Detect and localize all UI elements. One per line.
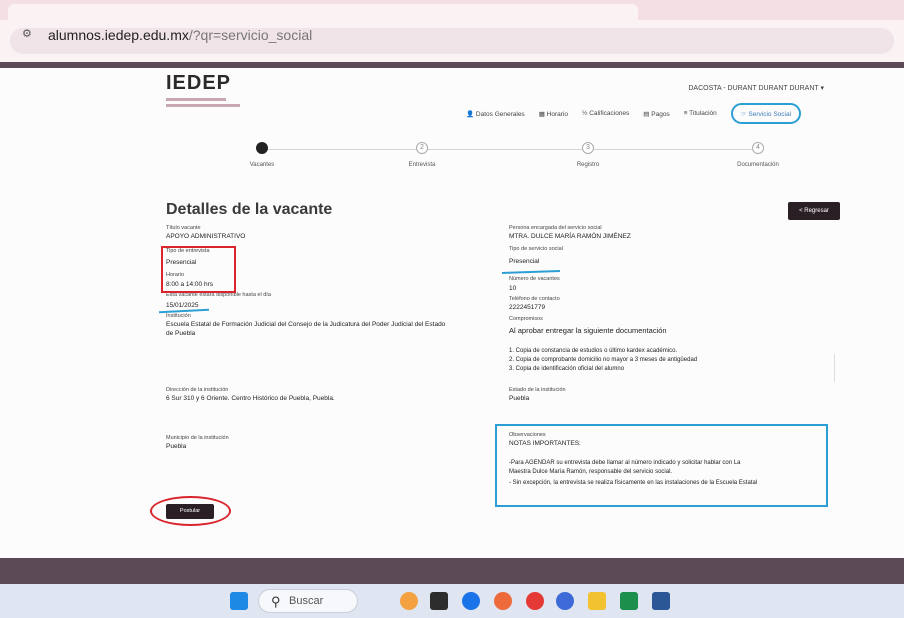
field-label: Compromisos [509, 316, 543, 322]
app-icon[interactable] [556, 592, 574, 610]
field-label: Dirección de la institución [166, 387, 229, 393]
step-entrevista[interactable]: 2 Entrevista [372, 142, 472, 168]
step-label: Documentación [737, 162, 779, 168]
field-value: Puebla [509, 395, 530, 402]
url-text[interactable]: alumnos.iedep.edu.mx/?qr=servicio_social [48, 27, 312, 43]
search-placeholder: Buscar [289, 595, 324, 607]
textarea-scrollbar[interactable] [834, 354, 840, 382]
field-label: Teléfono de contacto [509, 296, 560, 302]
field-value: Puebla [166, 443, 187, 450]
requirement-item: 2. Copia de comprobante domicilio no may… [509, 357, 698, 363]
taskbar [0, 584, 904, 618]
url-path: /?qr=servicio_social [188, 27, 313, 43]
step-dot: 3 [582, 142, 594, 154]
field-label: Título vacante [166, 225, 201, 231]
observations-text: NOTAS IMPORTANTES: [509, 440, 581, 447]
nav-titulacion[interactable]: ≡ Titulación [684, 110, 717, 124]
field-value: de Puebla [166, 330, 196, 337]
step-label: Entrevista [408, 162, 436, 168]
nav-label: Servicio Social [748, 111, 792, 118]
excel-icon[interactable] [620, 592, 638, 610]
windows-start-icon[interactable] [230, 592, 248, 610]
step-dot: 2 [416, 142, 428, 154]
field-label: Número de vacantes [509, 276, 560, 282]
nav-label: Calificaciones [589, 110, 630, 117]
taskbar-search[interactable]: ⚲ Buscar [258, 589, 358, 613]
browser-tab-strip [0, 0, 904, 20]
step-label: Vacantes [249, 162, 275, 168]
app-icon[interactable] [494, 592, 512, 610]
folder-icon[interactable] [588, 592, 606, 610]
logo-subline [166, 98, 226, 101]
observations-text: - Sin excepción, la entrevista se realiz… [509, 480, 758, 486]
page-content: IEDEP DACOSTA - DURANT DURANT DURANT ▾ 👤… [0, 68, 904, 558]
field-label: Persona encargada del servicio social [509, 225, 602, 231]
nav-label: Horario [546, 111, 568, 118]
edge-icon[interactable] [462, 592, 480, 610]
step-registro[interactable]: 3 Registro [538, 142, 638, 168]
nav-datos-generales[interactable]: 👤 Datos Generales [466, 110, 525, 124]
stepper: Vacantes 2 Entrevista 3 Registro 4 Document… [200, 142, 820, 182]
field-value: 6 Sur 310 y 6 Oriente. Centro Histórico … [166, 395, 335, 402]
field-value: 2222451779 [509, 304, 546, 311]
observations-text: -Para AGENDAR su entrevista debe llamar … [509, 460, 741, 466]
browser-tab[interactable] [8, 4, 638, 20]
nav-servicio-social[interactable]: ☞ Servicio Social [730, 103, 802, 124]
user-menu[interactable]: DACOSTA - DURANT DURANT DURANT ▾ [688, 84, 824, 92]
requirement-item: 1. Copia de constancia de estudios o últ… [509, 348, 678, 354]
main-nav: 👤 Datos Generales ▦ Horario ½ Calificaci… [466, 103, 802, 124]
annotation-red-oval [150, 496, 231, 526]
footer-band [0, 558, 904, 584]
field-label: Observaciones [509, 432, 546, 438]
requirement-item: 3. Copia de identificación oficial del a… [509, 366, 625, 372]
stepper-line [260, 149, 760, 150]
step-dot: 4 [752, 142, 764, 154]
field-value: 10 [509, 285, 517, 292]
chrome-icon[interactable] [526, 592, 544, 610]
field-label: Municipio de la institución [166, 435, 229, 441]
nav-label: Pagos [651, 111, 670, 118]
annotation-red-box [161, 246, 236, 293]
observations-text: Maestra Dulce María Ramón, responsable d… [509, 469, 673, 475]
field-value: Escuela Estatal de Formación Judicial de… [166, 321, 446, 328]
field-label: Estado de la institución [509, 387, 566, 393]
logo-subline [166, 104, 240, 107]
search-icon: ⚲ [271, 594, 281, 609]
nav-label: Titulación [689, 110, 717, 117]
user-name: DACOSTA - DURANT DURANT DURANT [688, 85, 819, 92]
nav-calificaciones[interactable]: ½ Calificaciones [582, 110, 629, 124]
word-icon[interactable] [652, 592, 670, 610]
field-label: Institución [166, 313, 191, 319]
task-view-icon[interactable] [430, 592, 448, 610]
logo-text: IEDEP [166, 72, 232, 94]
field-value: 15/01/2025 [166, 302, 199, 309]
field-value: Al aprobar entregar la siguiente documen… [509, 326, 667, 335]
annotation-underline [501, 269, 561, 275]
field-value: MTRA. DULCE MARÍA RAMÓN JIMÉNEZ [509, 233, 631, 240]
url-host: alumnos.iedep.edu.mx [48, 27, 189, 43]
nav-pagos[interactable]: ▤ Pagos [643, 110, 669, 124]
back-button[interactable]: < Regresar [788, 202, 840, 220]
field-value: Presencial [509, 258, 540, 265]
step-vacantes[interactable]: Vacantes [212, 142, 312, 168]
step-documentacion[interactable]: 4 Documentación [708, 142, 808, 168]
tune-icon[interactable]: ⚙ [22, 27, 32, 40]
field-label: Tipo de servicio social [509, 246, 563, 252]
chevron-down-icon: ▾ [820, 85, 824, 92]
iedep-logo[interactable]: IEDEP [166, 72, 240, 107]
page-title: Detalles de la vacante [166, 201, 333, 218]
widgets-icon[interactable] [400, 592, 418, 610]
step-dot [256, 142, 268, 154]
field-value: APOYO ADMINISTRATIVO [166, 233, 246, 240]
nav-label: Datos Generales [475, 111, 525, 118]
nav-horario[interactable]: ▦ Horario [539, 110, 568, 124]
step-label: Registro [576, 162, 600, 168]
